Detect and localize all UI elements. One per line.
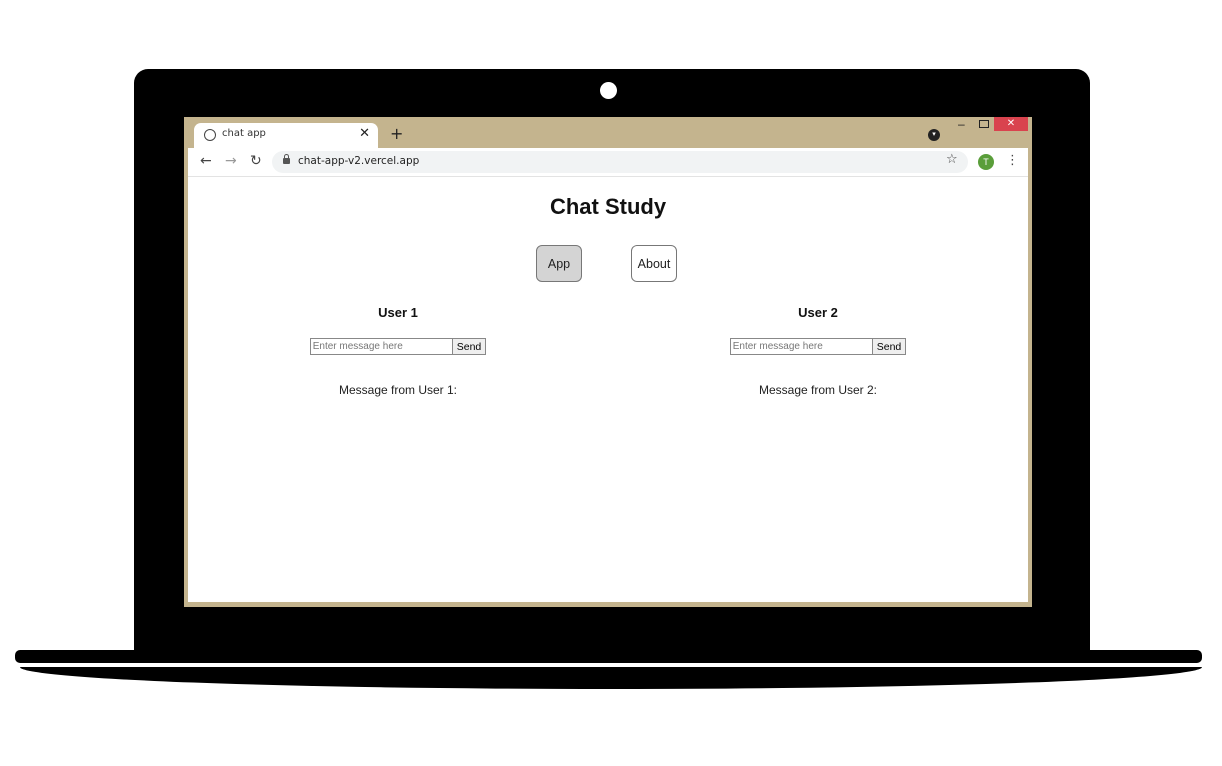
forward-icon[interactable]: → [225, 153, 237, 169]
menu-icon[interactable]: ⋮ [1006, 153, 1019, 168]
user-1-message-input[interactable] [309, 338, 453, 355]
nav-about-button[interactable]: About [631, 245, 677, 282]
profile-dropdown-icon[interactable]: ▾ [928, 129, 940, 141]
user-1-input-row: Send [248, 338, 548, 355]
user-2-input-row: Send [668, 338, 968, 355]
user-1-heading: User 1 [378, 305, 418, 320]
laptop-base [15, 650, 1202, 663]
bookmark-star-icon[interactable]: ☆ [946, 152, 958, 167]
new-tab-icon[interactable]: + [390, 125, 403, 143]
maximize-icon[interactable] [979, 120, 989, 128]
user-2-panel: User 2 Send Message from User 2: [668, 305, 968, 397]
user-1-message-label: Message from User 1: [338, 383, 458, 397]
user-1-panel: User 1 Send Message from User 1: [248, 305, 548, 397]
avatar[interactable]: T [978, 154, 994, 170]
page-title: Chat Study [549, 194, 667, 219]
minimize-icon[interactable]: – [958, 117, 965, 131]
back-icon[interactable]: ← [200, 153, 212, 169]
page-content: Chat Study App About User 1 Send Message… [188, 177, 1028, 602]
reload-icon[interactable]: ↻ [250, 153, 262, 169]
nav-app-button[interactable]: App [536, 245, 582, 282]
user-1-send-button[interactable]: Send [451, 338, 487, 355]
lock-icon [283, 154, 290, 164]
browser-titlebar: chat app ✕ + ▾ – ✕ [184, 117, 1032, 148]
user-2-message-input[interactable] [729, 338, 873, 355]
tab-close-icon[interactable]: ✕ [359, 126, 370, 141]
browser-tab[interactable]: chat app ✕ [194, 123, 378, 148]
browser-window: chat app ✕ + ▾ – ✕ ← → ↻ chat-app-v2.ver… [184, 117, 1032, 607]
url-text[interactable]: chat-app-v2.vercel.app [298, 155, 419, 167]
user-2-send-button[interactable]: Send [871, 338, 907, 355]
address-bar[interactable]: chat-app-v2.vercel.app [272, 151, 968, 173]
user-2-message-label: Message from User 2: [758, 383, 878, 397]
webcam-icon [600, 82, 617, 99]
globe-icon [204, 129, 216, 141]
browser-toolbar: ← → ↻ chat-app-v2.vercel.app ☆ T ⋮ [188, 148, 1028, 177]
tab-title: chat app [222, 128, 266, 139]
laptop-base-bottom [20, 667, 1202, 689]
user-2-heading: User 2 [798, 305, 838, 320]
window-close-icon[interactable]: ✕ [994, 117, 1028, 131]
